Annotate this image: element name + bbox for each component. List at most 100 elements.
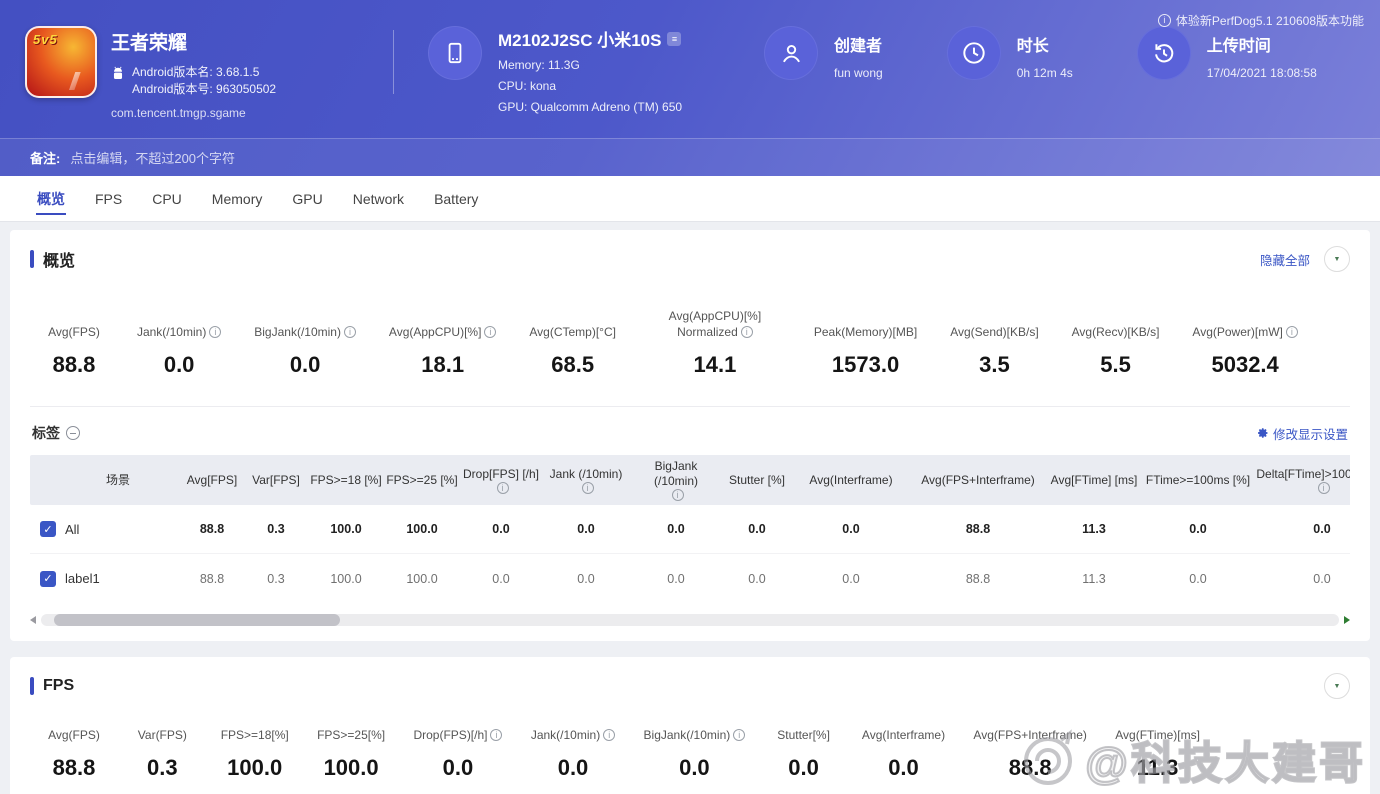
tab-item[interactable]: GPU <box>277 176 337 221</box>
table-cell: 0.0 <box>748 522 766 536</box>
column-header: Avg[FTime] [ms] <box>1050 472 1138 487</box>
metric: Avg(Interframe) 0.0 <box>862 727 945 781</box>
metric: Avg(FTime)[ms] 11.3 <box>1115 727 1200 781</box>
game-app-icon: 5v5 <box>25 26 97 98</box>
hide-all-link[interactable]: 隐藏全部 <box>1260 250 1310 269</box>
info-icon[interactable] <box>740 326 753 338</box>
upload-history-icon <box>1154 44 1173 63</box>
android-version-name: Android版本名: 3.68.1.5 <box>132 65 260 79</box>
tab-label: Memory <box>211 190 263 207</box>
metric: Avg(AppCPU)[%] Normalized 14.1 <box>649 308 781 378</box>
tab-label: CPU <box>152 190 182 207</box>
display-settings-link[interactable]: 修改显示设置 <box>1257 424 1348 443</box>
table-cell: 0.3 <box>267 522 285 536</box>
row-label: label1 <box>65 571 100 586</box>
row-checkbox[interactable] <box>40 521 56 537</box>
info-icon[interactable] <box>671 489 684 501</box>
info-icon[interactable] <box>209 326 222 338</box>
metric-value: 5032.4 <box>1211 352 1279 377</box>
fps-section-title: FPS <box>30 677 74 695</box>
column-header: FPS>=18 [%] <box>310 472 382 487</box>
scrollbar-track[interactable] <box>41 614 1339 626</box>
fps-metrics: Avg(FPS) 88.8 Var(FPS) 0.3 FPS>=18[%] 10… <box>30 699 1350 791</box>
device-spec-icon[interactable] <box>667 31 682 46</box>
info-icon[interactable] <box>343 326 356 338</box>
overview-metrics: Avg(FPS) 88.8 Jank(/10min) 0.0 BigJank(/… <box>30 272 1350 404</box>
info-icon[interactable] <box>581 481 594 494</box>
info-icon[interactable] <box>490 729 503 741</box>
metric: BigJank(/10min) 0.0 <box>254 324 356 378</box>
labels-table: 场景 Avg[FPS] Var[FPS] FPS>=18 [%] FPS>=25… <box>30 455 1350 603</box>
header-divider <box>393 30 394 94</box>
tab-label: 概览 <box>37 190 65 207</box>
metric-label: Avg(FPS) <box>48 325 100 339</box>
note-edit-text[interactable]: 点击编辑，不超过200个字符 <box>70 148 235 167</box>
table-cell: 0.0 <box>667 522 685 536</box>
metric-label: Avg(Power)[mW] <box>1192 325 1283 339</box>
tab-item[interactable]: FPS <box>80 176 137 221</box>
metric-value: 0.0 <box>442 755 474 780</box>
tab-label: Network <box>352 190 405 207</box>
metric: Avg(FPS) 88.8 <box>44 727 104 781</box>
banner-text: 体验新PerfDog5.1 210608版本功能 <box>1175 14 1364 28</box>
note-bar: 备注: 点击编辑，不超过200个字符 <box>0 138 1380 176</box>
scroll-left-arrow[interactable] <box>30 616 36 624</box>
overview-card: 概览 隐藏全部 Avg(FPS) 88.8 Jank(/10min) 0.0 <box>10 230 1370 641</box>
metric-value: 0.0 <box>289 352 321 377</box>
metric: Avg(CTemp)[°C] 68.5 <box>529 324 616 378</box>
metric: Peak(Memory)[MB] 1573.0 <box>814 324 917 378</box>
row-values: 88.8 0.3 100.0 100.0 0.0 0.0 0.0 0.0 0.0 88.8 11.3… <box>180 522 1350 536</box>
metric-value: 100.0 <box>227 755 283 780</box>
tab-label: FPS <box>95 190 123 207</box>
info-icon <box>1157 14 1171 27</box>
info-icon[interactable] <box>733 729 746 741</box>
metric-label: Var(FPS) <box>137 728 187 742</box>
table-cell: 0.0 <box>1189 522 1207 536</box>
fps-card: FPS Avg(FPS) 88.8 Var(FPS) 0.3 <box>10 657 1370 794</box>
metric: FPS>=18[%] 100.0 <box>221 727 289 781</box>
collapse-overview-button[interactable] <box>1324 246 1350 272</box>
table-cell: 0.3 <box>267 571 285 586</box>
info-icon[interactable] <box>603 729 616 741</box>
table-cell: 0.0 <box>492 571 510 586</box>
clock-icon <box>963 42 985 64</box>
tab-item[interactable]: 概览 <box>22 176 80 221</box>
metric-label: Avg(CTemp)[°C] <box>529 325 616 339</box>
metric: Avg(Send)[KB/s] 3.5 <box>950 324 1039 378</box>
android-icon <box>113 66 123 79</box>
scroll-right-arrow[interactable] <box>1344 616 1350 624</box>
device-circle <box>428 26 482 80</box>
table-cell: 88.8 <box>965 522 991 536</box>
info-icon[interactable] <box>484 326 497 338</box>
device-gpu: GPU: Qualcomm Adreno (TM) 650 <box>498 100 683 114</box>
tab-item[interactable]: Network <box>338 176 419 221</box>
device-name: M2102J2SC 小米10S <box>498 31 662 50</box>
metric-value: 88.8 <box>1008 755 1052 780</box>
metric-value: 0.0 <box>679 755 710 780</box>
table-cell: 100.0 <box>406 522 438 536</box>
creator-label: 创建者 <box>834 38 883 55</box>
column-header: Delta[FTime]>100ms [/h] <box>1254 463 1350 498</box>
duration-value: 0h 12m 4s <box>1016 66 1073 80</box>
row-checkbox[interactable] <box>40 570 56 587</box>
metric-value: 88.8 <box>52 352 96 377</box>
tab-item[interactable]: Memory <box>197 176 278 221</box>
metric-value: 100.0 <box>323 755 379 780</box>
new-version-banner[interactable]: 体验新PerfDog5.1 210608版本功能 <box>1157 12 1364 29</box>
metric-label: FPS>=18[%] <box>220 728 289 742</box>
metric-value: 0.0 <box>788 755 819 780</box>
info-icon[interactable] <box>496 481 509 494</box>
metric: Avg(FPS) 88.8 <box>44 324 104 378</box>
table-cell: 0.0 <box>1189 571 1207 586</box>
tab-item[interactable]: Battery <box>419 176 493 221</box>
metric-value: 3.5 <box>979 352 1010 377</box>
info-icon[interactable] <box>1285 326 1298 338</box>
tab-item[interactable]: CPU <box>137 176 197 221</box>
table-cell: 0.0 <box>1313 571 1331 586</box>
collapse-fps-button[interactable] <box>1324 673 1350 699</box>
collapse-labels-icon[interactable] <box>66 426 80 440</box>
info-icon[interactable] <box>1317 481 1330 494</box>
app-icon-decoration <box>69 72 81 90</box>
scrollbar-thumb[interactable] <box>53 614 340 626</box>
table-cell: 100.0 <box>406 571 438 586</box>
